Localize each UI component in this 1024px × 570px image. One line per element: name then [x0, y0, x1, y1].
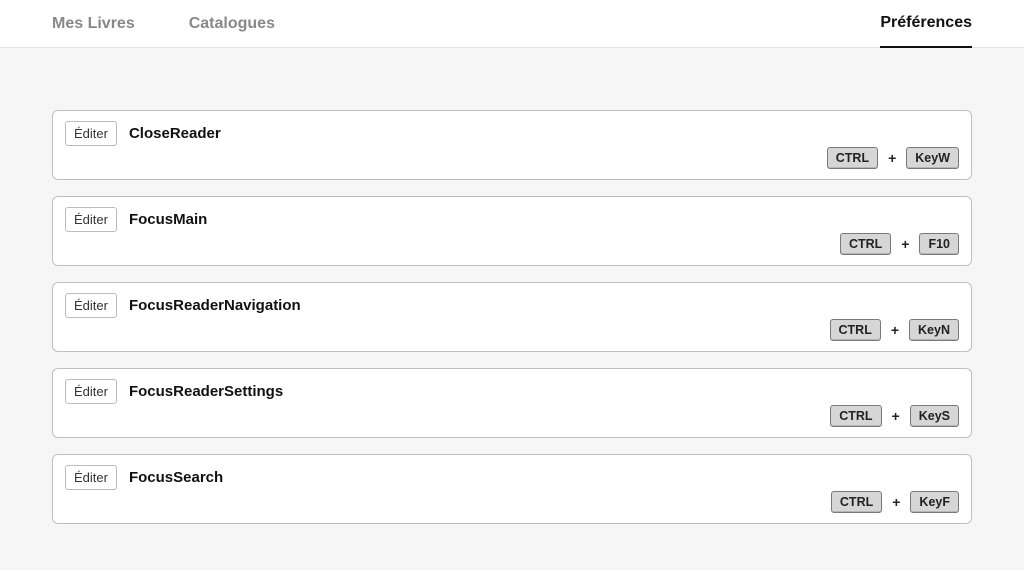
- plus-separator: +: [892, 494, 900, 510]
- key: CTRL: [831, 491, 882, 513]
- plus-separator: +: [888, 150, 896, 166]
- shortcut-keys: CTRL + F10: [840, 233, 959, 255]
- row-top: Éditer CloseReader: [65, 121, 959, 146]
- plus-separator: +: [891, 322, 899, 338]
- key: F10: [919, 233, 959, 255]
- key: KeyS: [910, 405, 959, 427]
- shortcut-row-focus-main: Éditer FocusMain CTRL + F10: [52, 196, 972, 266]
- key: CTRL: [830, 319, 881, 341]
- key: CTRL: [840, 233, 891, 255]
- nav-my-books[interactable]: Mes Livres: [52, 0, 135, 48]
- top-nav: Mes Livres Catalogues Préférences: [0, 0, 1024, 48]
- plus-separator: +: [892, 408, 900, 424]
- shortcut-row-close-reader: Éditer CloseReader CTRL + KeyW: [52, 110, 972, 180]
- shortcut-name: CloseReader: [129, 125, 221, 142]
- plus-separator: +: [901, 236, 909, 252]
- edit-button[interactable]: Éditer: [65, 121, 117, 146]
- top-nav-left: Mes Livres Catalogues: [52, 0, 275, 48]
- shortcut-keys: CTRL + KeyS: [830, 405, 959, 427]
- shortcut-name: FocusMain: [129, 211, 207, 228]
- shortcut-name: FocusReaderNavigation: [129, 297, 301, 314]
- shortcut-name: FocusReaderSettings: [129, 383, 283, 400]
- content: Éditer CloseReader CTRL + KeyW Éditer Fo…: [0, 48, 1024, 524]
- shortcut-row-focus-reader-navigation: Éditer FocusReaderNavigation CTRL + KeyN: [52, 282, 972, 352]
- shortcut-keys: CTRL + KeyF: [831, 491, 959, 513]
- shortcut-row-focus-reader-settings: Éditer FocusReaderSettings CTRL + KeyS: [52, 368, 972, 438]
- nav-preferences[interactable]: Préférences: [880, 0, 972, 48]
- edit-button[interactable]: Éditer: [65, 379, 117, 404]
- row-top: Éditer FocusMain: [65, 207, 959, 232]
- shortcut-keys: CTRL + KeyN: [830, 319, 959, 341]
- key: CTRL: [827, 147, 878, 169]
- shortcut-keys: CTRL + KeyW: [827, 147, 959, 169]
- key: KeyN: [909, 319, 959, 341]
- row-top: Éditer FocusSearch: [65, 465, 959, 490]
- row-top: Éditer FocusReaderSettings: [65, 379, 959, 404]
- shortcut-name: FocusSearch: [129, 469, 223, 486]
- key: KeyF: [910, 491, 959, 513]
- edit-button[interactable]: Éditer: [65, 293, 117, 318]
- key: KeyW: [906, 147, 959, 169]
- edit-button[interactable]: Éditer: [65, 465, 117, 490]
- shortcut-row-focus-search: Éditer FocusSearch CTRL + KeyF: [52, 454, 972, 524]
- edit-button[interactable]: Éditer: [65, 207, 117, 232]
- key: CTRL: [830, 405, 881, 427]
- row-top: Éditer FocusReaderNavigation: [65, 293, 959, 318]
- nav-catalogs[interactable]: Catalogues: [189, 0, 275, 48]
